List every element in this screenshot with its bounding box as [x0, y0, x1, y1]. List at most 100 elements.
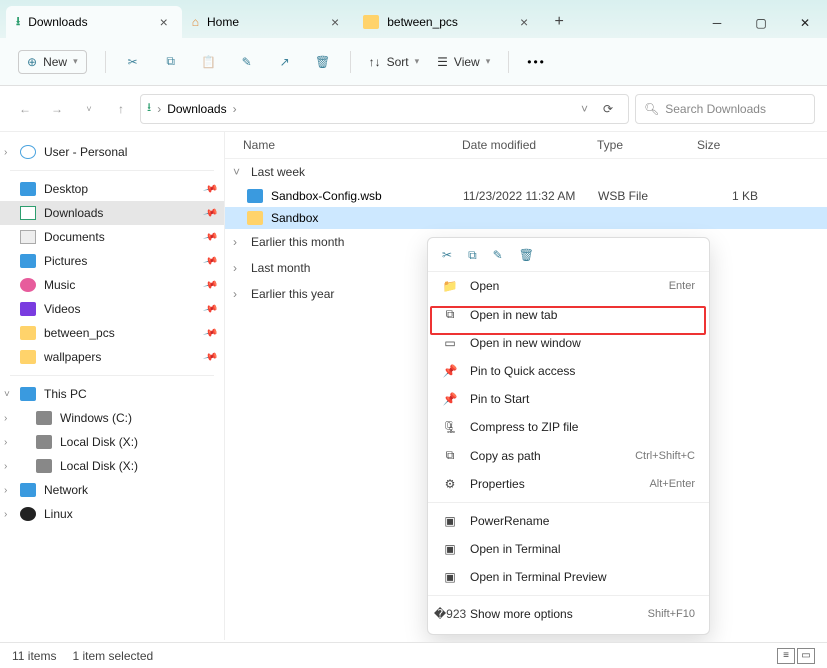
delete-icon[interactable]: 🗑 — [314, 53, 332, 71]
sidebar-item-drive[interactable]: ›Local Disk (X:) — [0, 430, 224, 454]
drive-icon — [36, 435, 52, 449]
pin-icon: 📌 — [202, 205, 218, 221]
rename-icon[interactable]: ✎ — [238, 53, 256, 71]
breadcrumb[interactable]: Downloads — [167, 102, 226, 116]
sidebar-item-between_pcs[interactable]: between_pcs📌 — [0, 321, 224, 345]
tab-home[interactable]: ⌂ Home × — [182, 6, 353, 38]
zip-icon: 🗜 — [442, 420, 458, 434]
minimize-button[interactable]: ─ — [695, 8, 739, 38]
chevron-right-icon[interactable]: › — [4, 437, 7, 448]
sidebar-item-network[interactable]: › Network — [0, 478, 224, 502]
chevron-down-icon: ▾ — [73, 56, 78, 67]
rename-icon[interactable]: ✎ — [493, 248, 503, 263]
file-row[interactable]: Sandbox — [225, 207, 827, 229]
thumb-view-button[interactable]: ▭ — [797, 648, 815, 664]
more-icon[interactable]: ••• — [527, 55, 546, 69]
chevron-right-icon[interactable]: › — [4, 147, 7, 158]
pin-icon: 📌 — [442, 364, 458, 378]
linux-icon — [20, 507, 36, 521]
tab-downloads[interactable]: ⭳ Downloads × — [6, 6, 182, 38]
details-view-button[interactable]: ≡ — [777, 648, 795, 664]
sidebar-item-thispc[interactable]: ˅ This PC — [0, 382, 224, 406]
sidebar-item-user[interactable]: › User - Personal — [0, 140, 224, 164]
refresh-button[interactable]: ⟳ — [594, 102, 622, 116]
cut-icon[interactable]: ✂ — [124, 53, 142, 71]
ctx-show-more[interactable]: �923 Show more options Shift+F10 — [428, 600, 709, 628]
paste-icon[interactable]: 📋 — [200, 53, 218, 71]
ic-video-icon — [20, 302, 36, 316]
file-row[interactable]: Sandbox-Config.wsb11/23/2022 11:32 AMWSB… — [225, 185, 827, 207]
new-button[interactable]: ⊕ New ▾ — [18, 50, 87, 74]
sidebar-item-downloads[interactable]: Downloads📌 — [0, 201, 224, 225]
copy-icon: ⧉ — [442, 448, 458, 463]
chevron-right-icon[interactable]: › — [4, 461, 7, 472]
chevron-down-icon[interactable]: ˅ — [581, 102, 588, 116]
title-bar: ⭳ Downloads × ⌂ Home × between_pcs × + ─… — [0, 0, 827, 38]
new-tab-button[interactable]: + — [542, 6, 576, 38]
search-input[interactable]: 🔍︎ Search Downloads — [635, 94, 815, 124]
more-icon: �923 — [442, 607, 458, 621]
chevron-down-icon[interactable]: ˅ — [4, 389, 10, 400]
chevron-down-icon: ▾ — [486, 56, 491, 67]
sidebar-item-drive[interactable]: ›Local Disk (X:) — [0, 454, 224, 478]
ic-pic-icon — [20, 254, 36, 268]
ctx-compress-to-zip-file[interactable]: 🗜Compress to ZIP file — [428, 413, 709, 441]
ctx-open-in-terminal-preview[interactable]: ▣Open in Terminal Preview — [428, 563, 709, 591]
back-button[interactable]: ← — [12, 102, 38, 116]
sidebar-item-documents[interactable]: Documents📌 — [0, 225, 224, 249]
sidebar-item-music[interactable]: Music📌 — [0, 273, 224, 297]
address-bar[interactable]: ⭳ › Downloads › ˅ ⟳ — [140, 94, 629, 124]
up-button[interactable]: ↑ — [108, 102, 134, 116]
close-icon[interactable]: × — [327, 14, 343, 30]
tab-between-pcs[interactable]: between_pcs × — [353, 6, 542, 38]
tab-label: Downloads — [28, 15, 87, 29]
ctx-properties[interactable]: ⚙PropertiesAlt+Enter — [428, 470, 709, 498]
sidebar-item-linux[interactable]: › Linux — [0, 502, 224, 526]
sort-button[interactable]: ↑↓ Sort ▾ — [369, 55, 420, 69]
ctx-open[interactable]: 📁OpenEnter — [428, 272, 709, 300]
forward-button[interactable]: → — [44, 102, 70, 116]
drive-icon — [36, 459, 52, 473]
chevron-right-icon: › — [233, 102, 237, 116]
pin-icon: 📌 — [202, 349, 218, 365]
sidebar-item-desktop[interactable]: Desktop📌 — [0, 177, 224, 201]
pr-icon: ▣ — [442, 514, 458, 528]
pin-icon: 📌 — [202, 253, 218, 269]
delete-icon[interactable]: 🗑 — [519, 248, 534, 263]
cut-icon[interactable]: ✂ — [442, 248, 452, 263]
share-icon[interactable]: ↗ — [276, 53, 294, 71]
group-header[interactable]: ˅Last week — [225, 159, 827, 185]
maximize-button[interactable]: ▢ — [739, 8, 783, 38]
close-icon[interactable]: × — [516, 14, 532, 30]
ctx-open-in-new-tab[interactable]: ⧉Open in new tab — [428, 300, 709, 329]
pin-icon: 📌 — [202, 301, 218, 317]
close-icon[interactable]: × — [156, 14, 172, 30]
sidebar-item-videos[interactable]: Videos📌 — [0, 297, 224, 321]
sort-icon: ↑↓ — [369, 55, 381, 69]
ctx-open-in-new-window[interactable]: ▭Open in new window — [428, 329, 709, 357]
copy-icon[interactable]: ⧉ — [162, 53, 180, 71]
view-button[interactable]: ☰ View ▾ — [437, 55, 490, 69]
copy-icon[interactable]: ⧉ — [468, 248, 477, 263]
ctx-open-in-terminal[interactable]: ▣Open in Terminal — [428, 535, 709, 563]
column-headers[interactable]: Name Date modified Type Size — [225, 132, 827, 159]
chevron-right-icon[interactable]: › — [4, 509, 7, 520]
recent-button[interactable]: ˅ — [76, 104, 102, 114]
download-icon: ⭳ — [147, 98, 151, 119]
term-icon: ▣ — [442, 570, 458, 584]
tab-icon: ⧉ — [442, 307, 458, 322]
nav-row: ← → ˅ ↑ ⭳ › Downloads › ˅ ⟳ 🔍︎ Search Do… — [0, 86, 827, 132]
chevron-right-icon: › — [157, 102, 161, 116]
file-icon — [247, 211, 263, 225]
ctx-copy-as-path[interactable]: ⧉Copy as pathCtrl+Shift+C — [428, 441, 709, 470]
ctx-pin-to-start[interactable]: 📌Pin to Start — [428, 385, 709, 413]
ctx-powerrename[interactable]: ▣PowerRename — [428, 507, 709, 535]
sidebar-item-drive[interactable]: ›Windows (C:) — [0, 406, 224, 430]
chevron-right-icon[interactable]: › — [4, 485, 7, 496]
sidebar-item-pictures[interactable]: Pictures📌 — [0, 249, 224, 273]
sidebar-item-wallpapers[interactable]: wallpapers📌 — [0, 345, 224, 369]
ctx-pin-to-quick-access[interactable]: 📌Pin to Quick access — [428, 357, 709, 385]
chevron-icon: › — [233, 261, 245, 275]
chevron-right-icon[interactable]: › — [4, 413, 7, 424]
close-window-button[interactable]: ✕ — [783, 8, 827, 38]
